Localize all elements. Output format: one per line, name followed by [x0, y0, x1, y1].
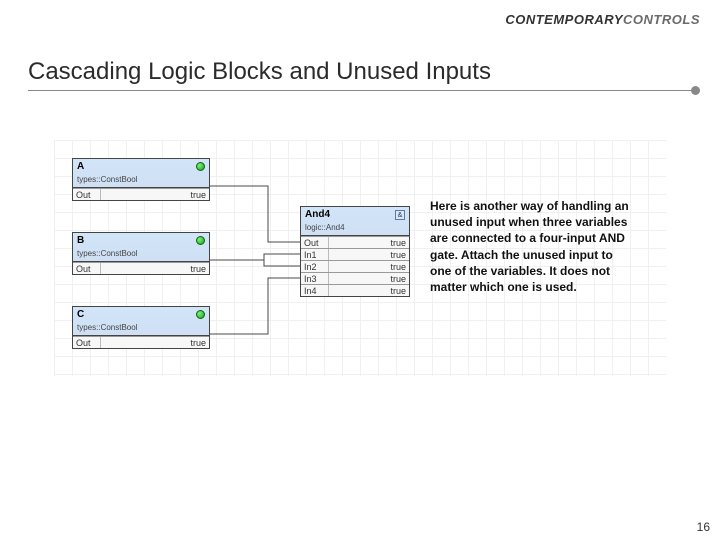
- block-b-type: types::ConstBool: [77, 249, 137, 258]
- block-a-type: types::ConstBool: [77, 175, 137, 184]
- block-a-row-out: Out true: [73, 188, 209, 200]
- block-a[interactable]: A types::ConstBool Out true: [72, 158, 210, 201]
- block-and4-row-in4: In4true: [301, 284, 409, 296]
- description-text: Here is another way of handling an unuse…: [430, 198, 630, 295]
- block-b[interactable]: B types::ConstBool Out true: [72, 232, 210, 275]
- block-and4-row-in3: In3true: [301, 272, 409, 284]
- status-dot-icon: [196, 310, 205, 319]
- block-and4-name: And4: [305, 209, 330, 220]
- diagram-canvas: A types::ConstBool Out true B types::Con…: [54, 140, 666, 376]
- block-and4-type: logic::And4: [305, 223, 345, 232]
- block-a-name: A: [77, 161, 84, 172]
- block-c-name: C: [77, 309, 84, 320]
- block-c-row-out: Out true: [73, 336, 209, 348]
- block-b-row-out: Out true: [73, 262, 209, 274]
- and-gate-icon: &: [395, 210, 405, 220]
- block-and4-row-in1: In1true: [301, 248, 409, 260]
- status-dot-icon: [196, 236, 205, 245]
- status-dot-icon: [196, 162, 205, 171]
- block-b-name: B: [77, 235, 84, 246]
- block-and4[interactable]: And4 & logic::And4 Outtrue In1true In2tr…: [300, 206, 410, 297]
- block-c[interactable]: C types::ConstBool Out true: [72, 306, 210, 349]
- brand-logo: CONTEMPORARYCONTROLS: [505, 12, 700, 27]
- block-c-type: types::ConstBool: [77, 323, 137, 332]
- block-and4-row-in2: In2true: [301, 260, 409, 272]
- block-and4-row-out: Outtrue: [301, 236, 409, 248]
- page-number: 16: [697, 520, 710, 534]
- slide-title: Cascading Logic Blocks and Unused Inputs: [28, 58, 700, 91]
